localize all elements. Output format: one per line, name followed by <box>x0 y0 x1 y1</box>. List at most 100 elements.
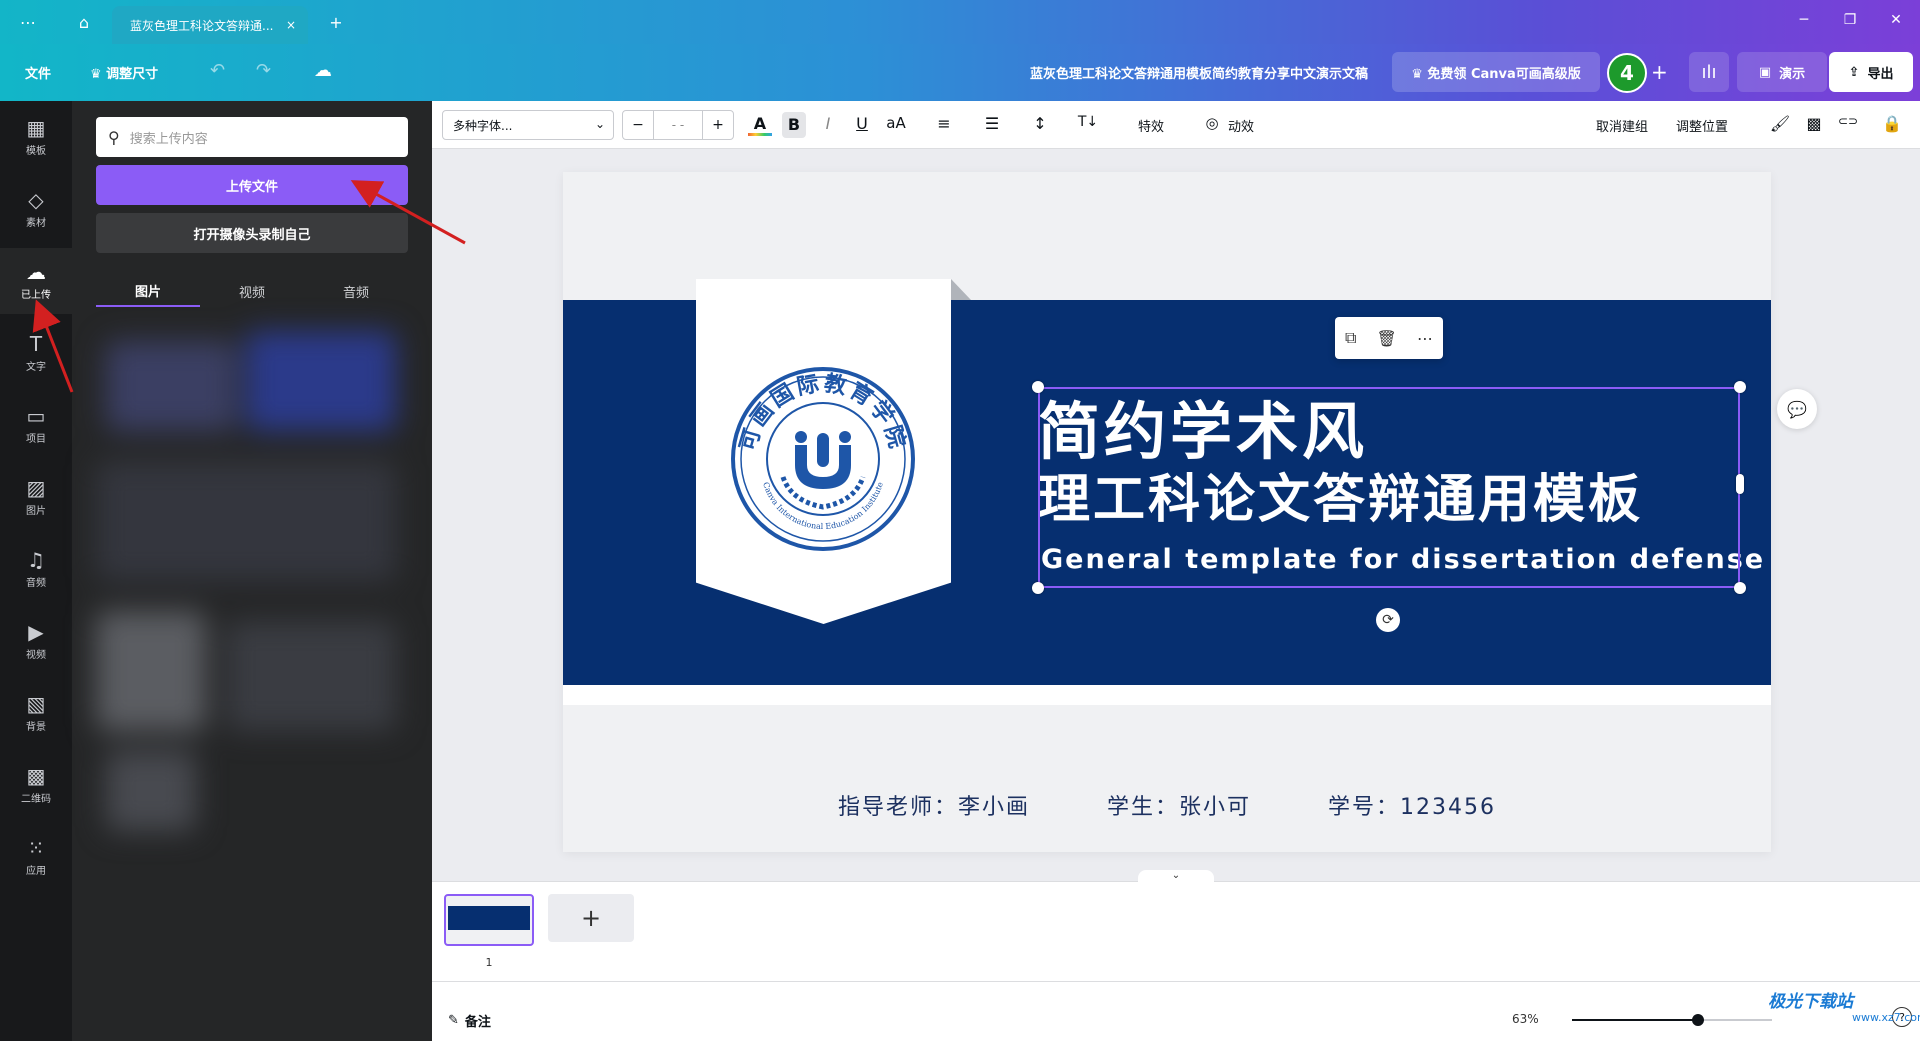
rail-item-label: 图片 <box>26 505 46 517</box>
duplicate-icon[interactable]: ⧉ <box>1345 328 1356 348</box>
resize-button[interactable]: ♛ 调整尺寸 <box>90 63 158 82</box>
rail-item-videos[interactable]: ▶ 视频 <box>0 608 72 674</box>
zoom-slider[interactable] <box>1572 1014 1772 1026</box>
avatar[interactable]: 4 <box>1607 53 1647 93</box>
browser-tab[interactable]: 蓝灰色理工科论文答辩通... × <box>112 6 308 44</box>
effects-button[interactable]: 特效 <box>1138 116 1164 135</box>
resize-handle-bl[interactable] <box>1032 582 1044 594</box>
notes-label: 备注 <box>464 1015 491 1030</box>
apps-icon: ⁙ <box>27 835 45 860</box>
rail-item-apps[interactable]: ⁙ 应用 <box>0 824 72 890</box>
tab-close-icon[interactable]: × <box>286 18 296 32</box>
home-icon[interactable]: ⌂ <box>72 10 96 34</box>
font-value: 多种字体... <box>453 118 513 133</box>
align-icon[interactable]: ≡ <box>932 114 956 133</box>
rail-item-elements[interactable]: ◇ 素材 <box>0 176 72 242</box>
promo-button[interactable]: ♛ 免费领 Canva可画高级版 <box>1392 52 1600 92</box>
record-camera-button[interactable]: 打开摄像头录制自己 <box>96 213 408 253</box>
student-id-text: 学号：123456 <box>1328 795 1496 820</box>
zoom-fill <box>1572 1019 1698 1021</box>
rail-item-templates[interactable]: ▦ 模板 <box>0 104 72 170</box>
advisor-text: 指导老师：李小画 <box>837 795 1030 820</box>
chevron-down-icon[interactable]: ⌄ <box>1138 870 1214 884</box>
lock-icon[interactable]: 🔒 <box>1880 114 1904 133</box>
stats-icon[interactable]: ılı <box>1689 52 1729 92</box>
rail-item-text[interactable]: T 文字 <box>0 320 72 386</box>
rail-item-qrcode[interactable]: ▩ 二维码 <box>0 752 72 818</box>
paint-format-icon[interactable]: 🖌 <box>1768 114 1792 133</box>
delete-icon[interactable]: 🗑 <box>1377 329 1397 348</box>
page-strip: ⌄ 1 + <box>432 870 1920 981</box>
zoom-level[interactable]: 63% <box>1512 1012 1539 1026</box>
vertical-text-icon[interactable]: T↓ <box>1076 114 1100 130</box>
zoom-knob[interactable] <box>1692 1014 1704 1026</box>
rail-item-projects[interactable]: ▭ 项目 <box>0 392 72 458</box>
rail-item-label: 音频 <box>26 577 46 589</box>
file-menu[interactable]: 文件 <box>25 63 51 82</box>
add-page-button[interactable]: + <box>548 894 634 942</box>
rail-item-audio[interactable]: ♫ 音频 <box>0 536 72 602</box>
tab-images[interactable]: 图片 <box>96 275 200 307</box>
text-color-button[interactable]: A <box>748 114 772 136</box>
bold-button[interactable]: B <box>782 112 806 138</box>
templates-icon: ▦ <box>26 115 46 140</box>
transparency-icon[interactable]: ▩ <box>1802 114 1826 133</box>
minimize-icon[interactable]: ─ <box>1794 12 1814 28</box>
spacing-icon[interactable]: ↕ <box>1028 114 1052 133</box>
resize-handle-br[interactable] <box>1734 582 1746 594</box>
notes-button[interactable]: ✎ 备注 <box>448 1011 491 1030</box>
tab-audio[interactable]: 音频 <box>304 275 408 307</box>
link-icon[interactable]: ⊂⊃ <box>1836 114 1860 128</box>
tab-label: 蓝灰色理工科论文答辩通... <box>130 18 274 33</box>
comment-icon[interactable]: 💬 <box>1777 389 1817 429</box>
more-icon[interactable]: ⋯ <box>16 10 40 34</box>
size-value[interactable]: - - <box>653 111 703 139</box>
blurred-uploads <box>96 321 408 841</box>
ungroup-button[interactable]: 取消建组 <box>1596 116 1648 135</box>
letter-case-button[interactable]: aA <box>884 114 908 132</box>
rail-item-backgrounds[interactable]: ▧ 背景 <box>0 680 72 746</box>
size-minus-button[interactable]: − <box>623 117 653 133</box>
italic-button[interactable]: I <box>816 114 840 133</box>
document-title[interactable]: 蓝灰色理工科论文答辩通用模板简约教育分享中文演示文稿 <box>1030 63 1368 82</box>
videos-icon: ▶ <box>28 619 44 644</box>
rail-item-photos[interactable]: ▨ 图片 <box>0 464 72 530</box>
undo-icon[interactable]: ↶ <box>210 60 225 81</box>
new-tab-icon[interactable]: + <box>324 10 348 34</box>
present-button[interactable]: ▣ 演示 <box>1737 52 1827 92</box>
animate-icon[interactable]: ◎ <box>1200 114 1224 132</box>
slide[interactable]: 可画国际教育学院 Canva International Education I… <box>563 172 1771 852</box>
resize-handle-tr[interactable] <box>1734 381 1746 393</box>
font-select[interactable]: 多种字体... ⌄ <box>442 110 614 140</box>
rail-item-label: 素材 <box>26 217 46 229</box>
size-plus-button[interactable]: + <box>703 117 733 133</box>
upload-panel: ⚲ 搜索上传内容 上传文件 打开摄像头录制自己 图片 视频 音频 <box>72 101 432 1041</box>
upload-file-button[interactable]: 上传文件 <box>96 165 408 205</box>
animate-button[interactable]: 动效 <box>1228 116 1254 135</box>
position-button[interactable]: 调整位置 <box>1676 116 1728 135</box>
slide-footer-info[interactable]: 指导老师：李小画 学生：张小可 学号：123456 <box>563 789 1771 821</box>
underline-button[interactable]: U <box>850 114 874 133</box>
school-logo[interactable]: 可画国际教育学院 Canva International Education I… <box>731 367 915 551</box>
window-close-icon[interactable]: ✕ <box>1886 12 1906 28</box>
format-toolbar: 多种字体... ⌄ − - - + A B I U aA ≡ ☰ ↕ T↓ 特效… <box>432 101 1920 149</box>
restore-icon[interactable]: ❐ <box>1840 12 1860 28</box>
more-options-icon[interactable]: ⋯ <box>1417 329 1433 348</box>
slide-white-strip <box>563 685 1771 705</box>
share-plus-icon[interactable]: + <box>1651 60 1668 84</box>
rail-item-label: 背景 <box>26 721 46 733</box>
list-icon[interactable]: ☰ <box>980 114 1004 133</box>
font-size-stepper[interactable]: − - - + <box>622 110 734 140</box>
export-button[interactable]: ⇪ 导出 <box>1829 52 1913 92</box>
rail-item-uploads[interactable]: ☁ 已上传 <box>0 248 72 314</box>
search-input[interactable]: ⚲ 搜索上传内容 <box>96 117 408 157</box>
rotate-icon[interactable]: ⟳ <box>1376 608 1400 632</box>
resize-handle-right[interactable] <box>1736 474 1744 494</box>
resize-handle-tl[interactable] <box>1032 381 1044 393</box>
audio-icon: ♫ <box>27 547 45 572</box>
tab-videos[interactable]: 视频 <box>200 275 304 307</box>
redo-icon[interactable]: ↷ <box>256 60 271 81</box>
page-thumbnail[interactable] <box>444 894 534 946</box>
rail-item-label: 已上传 <box>21 289 51 301</box>
cloud-save-icon[interactable]: ☁ <box>314 60 332 81</box>
